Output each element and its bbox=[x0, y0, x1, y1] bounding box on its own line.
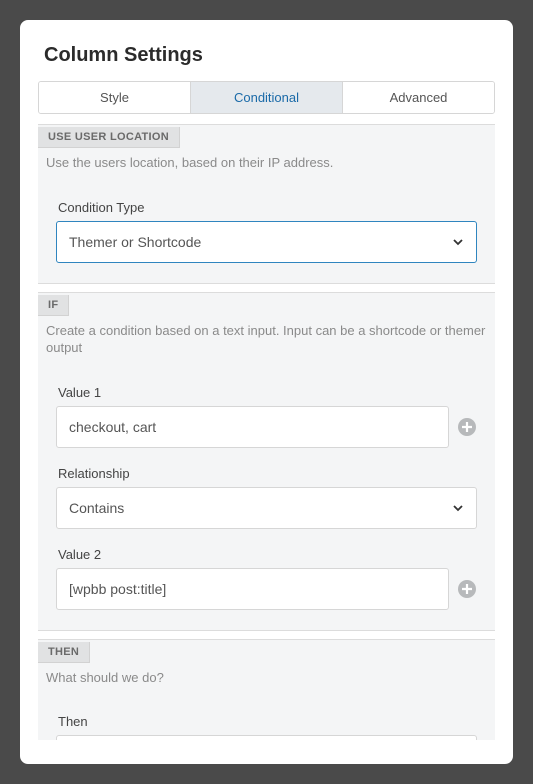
value1-label: Value 1 bbox=[58, 385, 477, 400]
section-then: THEN What should we do? Then Hide bbox=[38, 639, 495, 740]
value2-label: Value 2 bbox=[58, 547, 477, 562]
value1-text: checkout, cart bbox=[69, 419, 156, 435]
condition-type-value: Themer or Shortcode bbox=[69, 234, 201, 250]
section-header: USE USER LOCATION bbox=[38, 125, 495, 150]
value2-input[interactable]: [wpbb post:title] bbox=[56, 568, 449, 610]
relationship-value: Contains bbox=[69, 500, 124, 516]
add-value1-button[interactable] bbox=[457, 417, 477, 437]
value2-text: [wpbb post:title] bbox=[69, 581, 166, 597]
add-value2-button[interactable] bbox=[457, 579, 477, 599]
section-user-location: USE USER LOCATION Use the users location… bbox=[38, 124, 495, 284]
chevron-down-icon bbox=[452, 502, 464, 514]
relationship-label: Relationship bbox=[58, 466, 477, 481]
value1-input[interactable]: checkout, cart bbox=[56, 406, 449, 448]
condition-type-select[interactable]: Themer or Shortcode bbox=[56, 221, 477, 263]
section-desc: Create a condition based on a text input… bbox=[38, 318, 495, 367]
section-label: IF bbox=[38, 295, 69, 316]
section-desc: What should we do? bbox=[38, 665, 495, 697]
section-label: THEN bbox=[38, 642, 90, 663]
section-if: IF Create a condition based on a text in… bbox=[38, 292, 495, 631]
section-header: IF bbox=[38, 293, 495, 318]
relationship-select[interactable]: Contains bbox=[56, 487, 477, 529]
tab-style[interactable]: Style bbox=[39, 82, 190, 113]
chevron-down-icon bbox=[452, 236, 464, 248]
then-select[interactable]: Hide bbox=[56, 735, 477, 740]
then-label: Then bbox=[58, 714, 477, 729]
tabs: Style Conditional Advanced bbox=[38, 81, 495, 114]
tab-advanced[interactable]: Advanced bbox=[342, 82, 494, 113]
section-desc: Use the users location, based on their I… bbox=[38, 150, 495, 182]
tab-conditional[interactable]: Conditional bbox=[190, 82, 342, 113]
settings-scroll-area[interactable]: USE USER LOCATION Use the users location… bbox=[38, 124, 495, 740]
section-header: THEN bbox=[38, 640, 495, 665]
section-label: USE USER LOCATION bbox=[38, 127, 180, 148]
page-title: Column Settings bbox=[44, 44, 495, 67]
column-settings-panel: Column Settings Style Conditional Advanc… bbox=[20, 20, 513, 764]
condition-type-label: Condition Type bbox=[58, 200, 477, 215]
